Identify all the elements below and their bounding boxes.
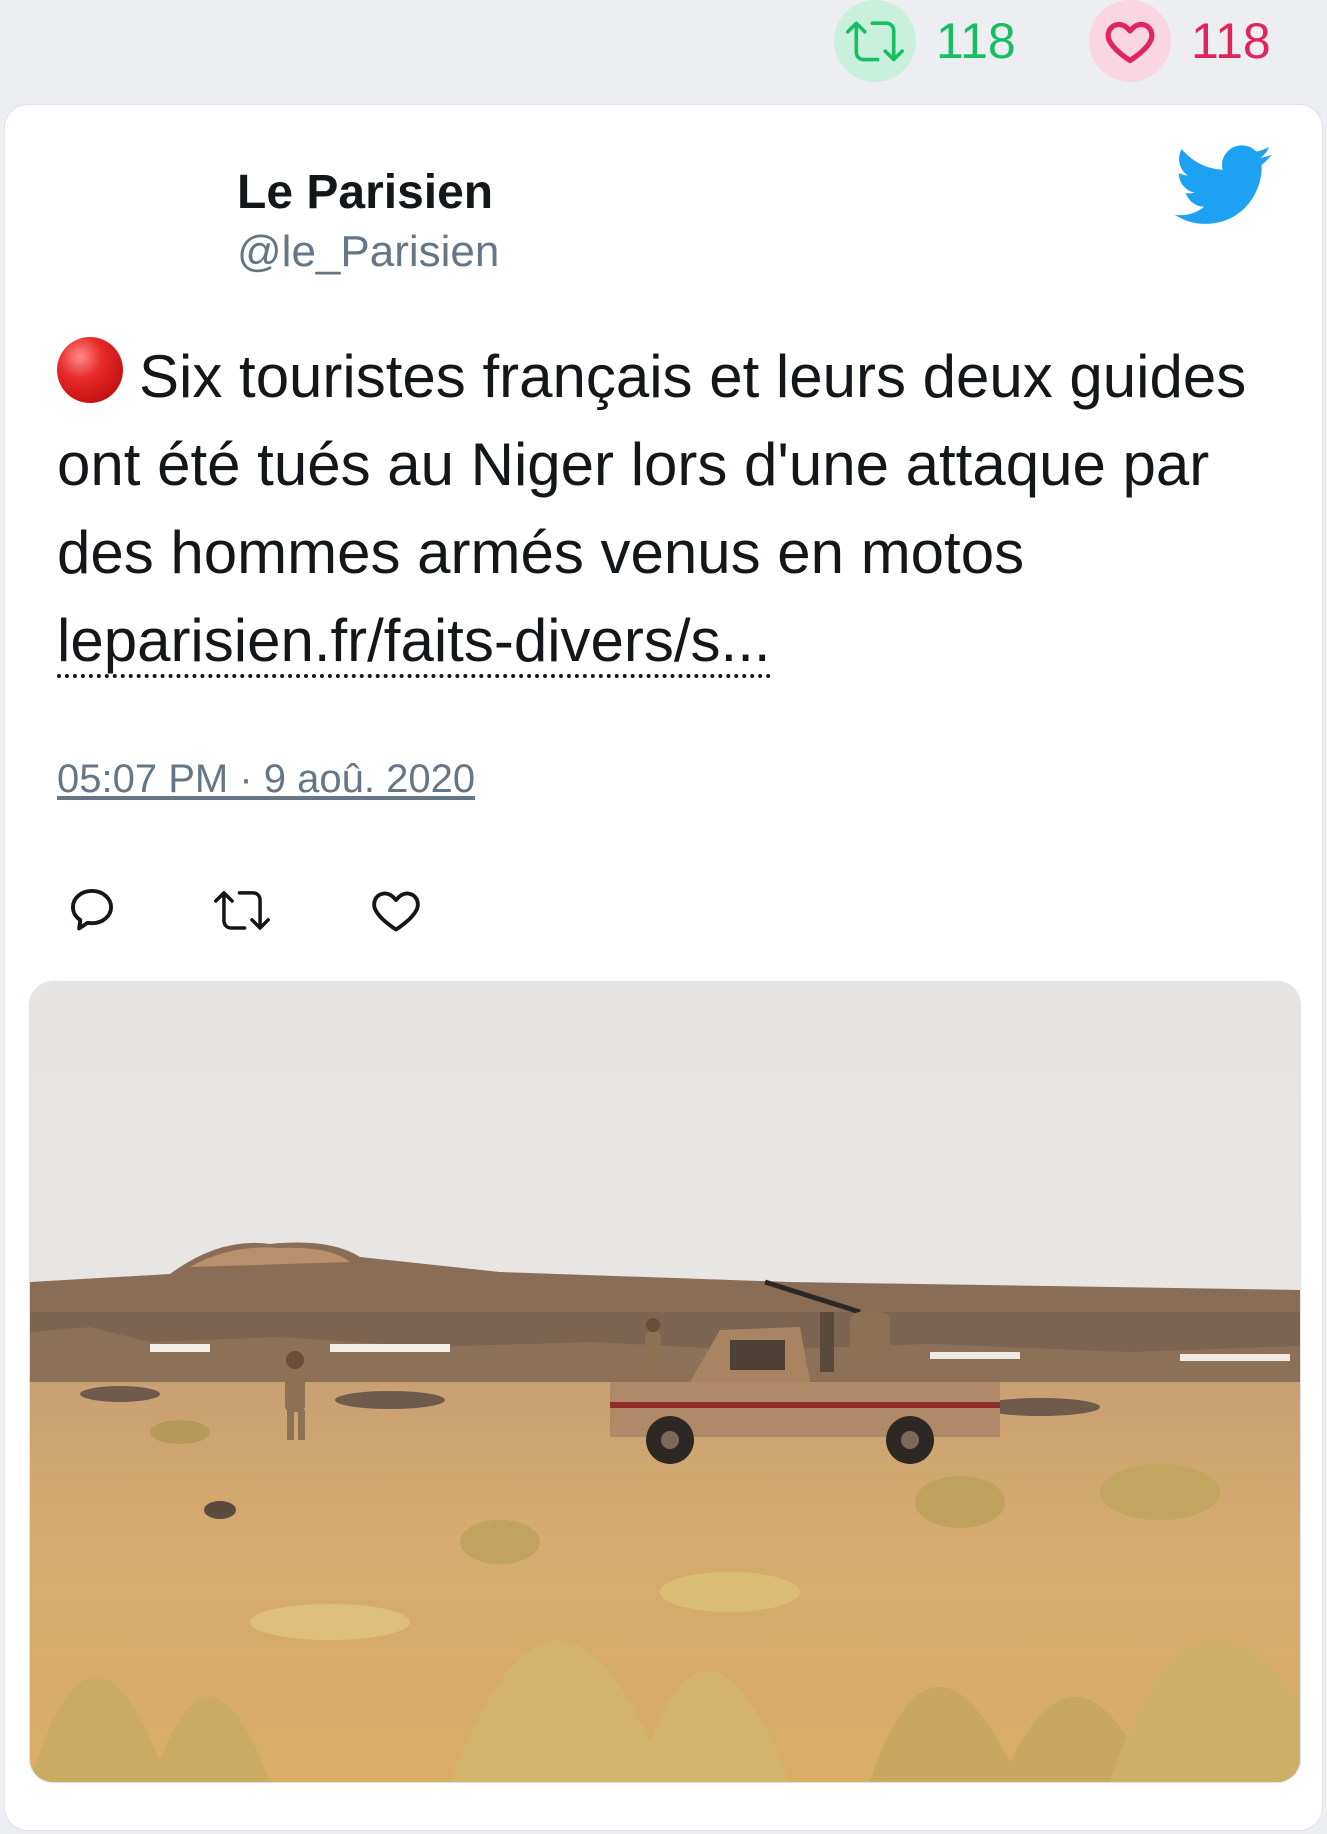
like-stat[interactable]: 118: [1089, 0, 1271, 82]
retweet-count: 118: [936, 13, 1016, 69]
retweet-icon[interactable]: [834, 0, 916, 82]
retweet-icon[interactable]: [207, 875, 277, 945]
twitter-bird-icon[interactable]: [1174, 145, 1273, 225]
heart-icon[interactable]: [361, 875, 431, 945]
retweet-stat[interactable]: 118: [834, 0, 1016, 82]
tweet-timestamp[interactable]: 05:07 PM · 9 aoû. 2020: [57, 757, 475, 802]
tweet-link[interactable]: leparisien.fr/faits-divers/s...: [57, 607, 771, 678]
tweet-text: Six touristes français et leurs deux gui…: [57, 333, 1257, 685]
author-handle[interactable]: @le_Parisien: [237, 227, 499, 277]
red-circle-emoji: [57, 337, 123, 403]
author-name[interactable]: Le Parisien: [237, 165, 493, 220]
like-count: 118: [1191, 13, 1271, 69]
reply-icon[interactable]: [57, 875, 127, 945]
tweet-body: Six touristes français et leurs deux gui…: [57, 343, 1247, 586]
tweet-card[interactable]: Le Parisien @le_Parisien Six touristes f…: [4, 104, 1323, 1831]
engagement-bar: 118 118: [0, 0, 1327, 102]
heart-icon[interactable]: [1089, 0, 1171, 82]
tweet-photo[interactable]: [29, 981, 1301, 1783]
